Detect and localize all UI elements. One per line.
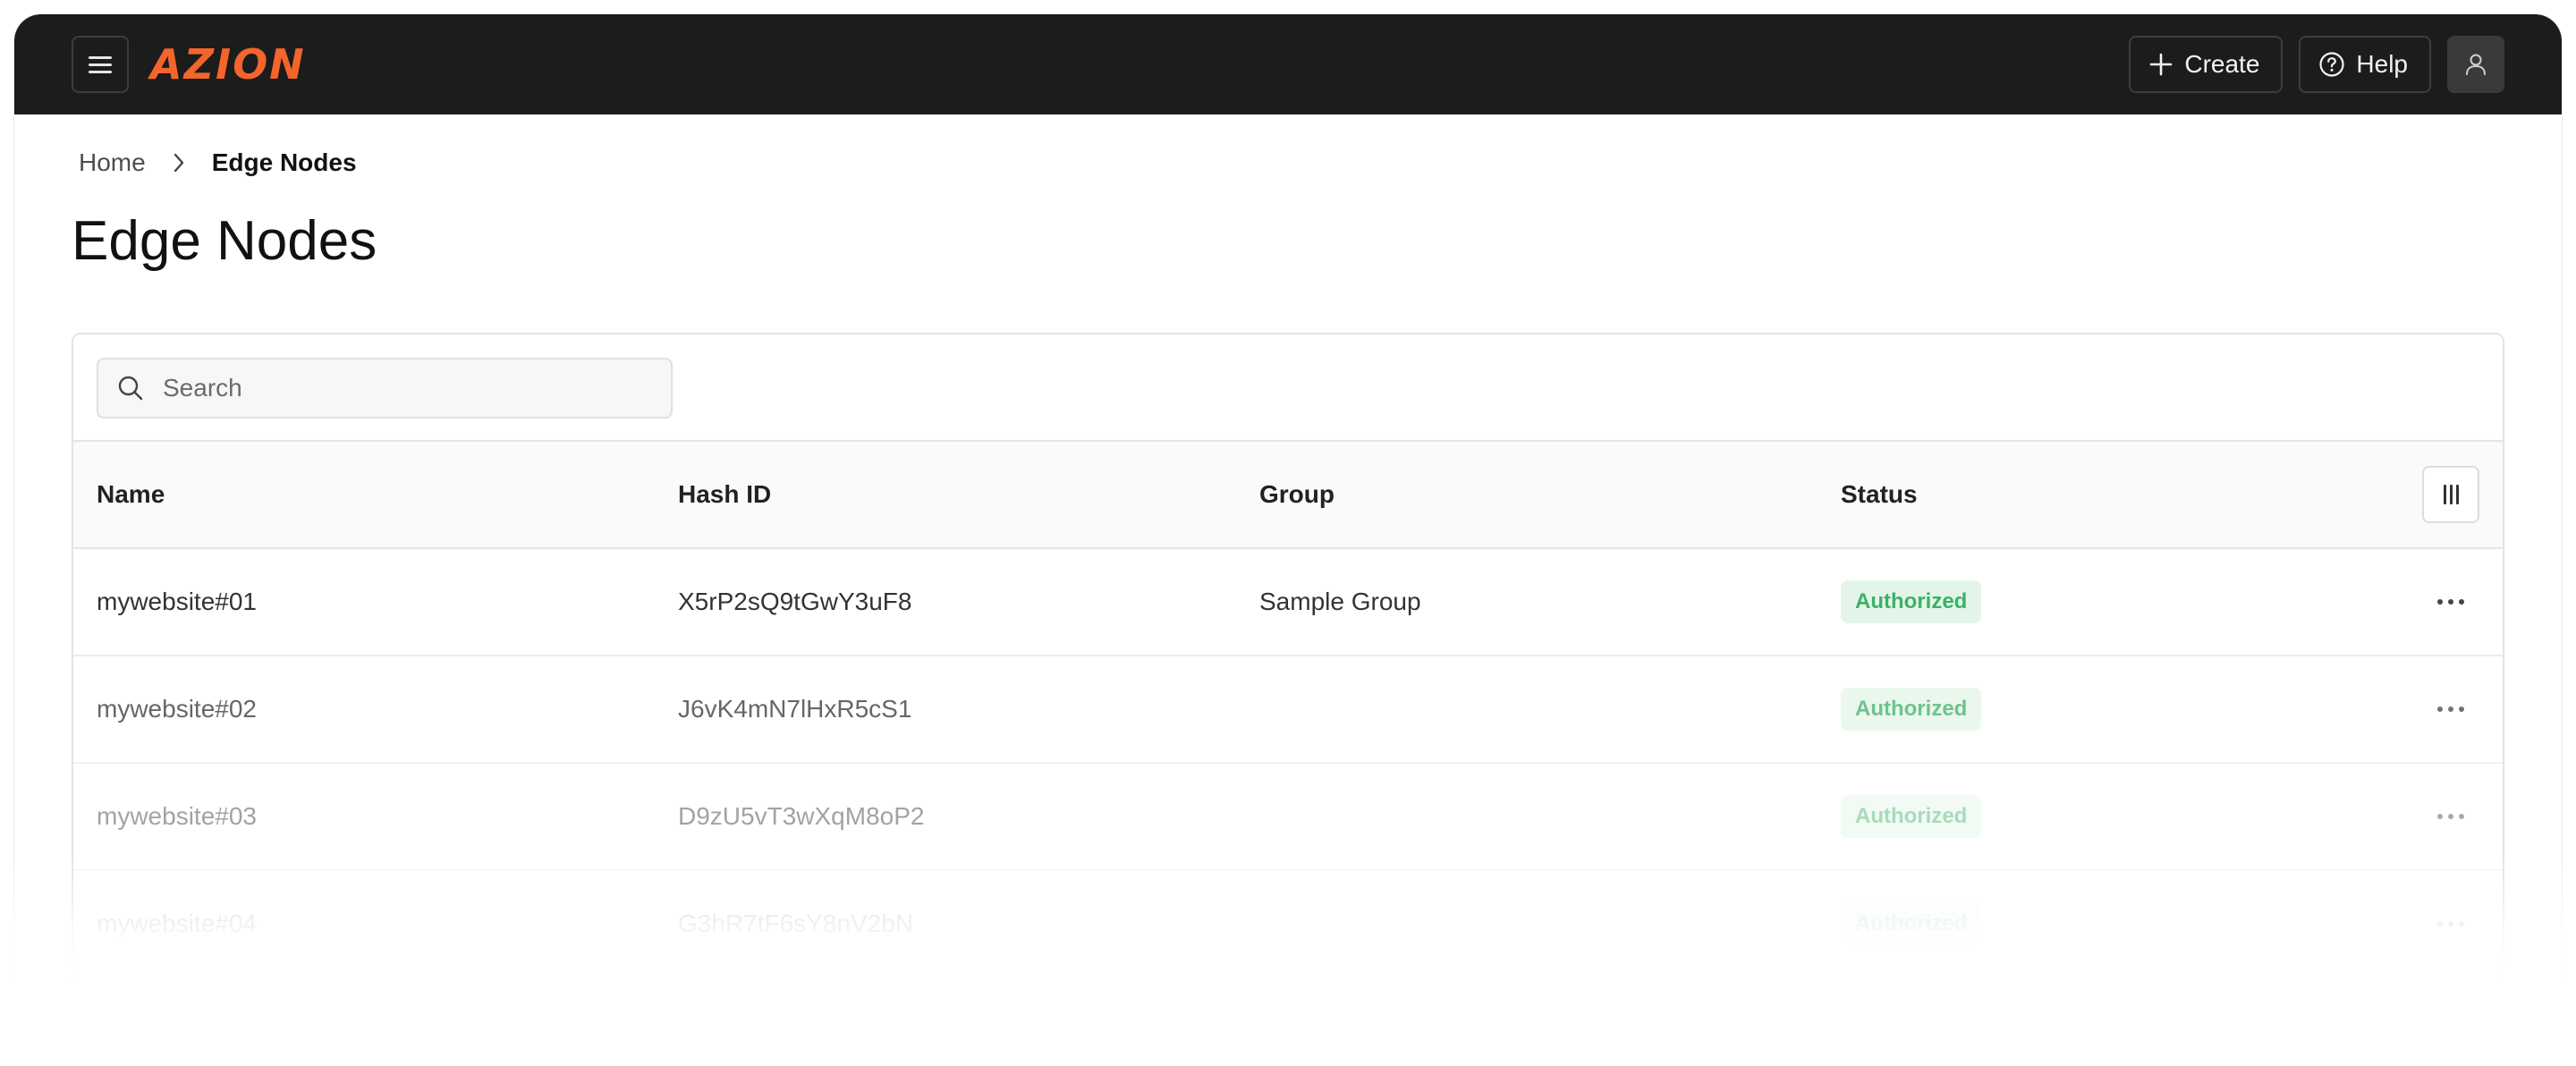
status-badge: Authorized [1841,580,1982,623]
table-toolbar [73,334,2503,442]
row-name: mywebsite#03 [97,802,257,830]
search-field[interactable] [97,358,673,419]
row-actions [2422,871,2479,977]
column-header-hash-id[interactable]: Hash ID [678,442,771,547]
table-row[interactable]: mywebsite#01 X5rP2sQ9tGwY3uF8 Sample Gro… [73,549,2503,656]
row-name: mywebsite#04 [97,909,257,937]
row-group: Sample Group [1259,588,1421,615]
help-circle-icon [2319,52,2345,77]
table-header: Name Hash ID Group Status [73,442,2503,549]
status-badge: Authorized [1841,795,1982,838]
user-icon [2466,54,2486,75]
more-options-button[interactable] [2422,681,2479,738]
create-button[interactable]: Create [2129,36,2284,93]
breadcrumb-current: Edge Nodes [211,148,357,176]
ellipsis-icon [2437,599,2443,605]
chevron-right-icon [174,153,183,173]
column-header-status[interactable]: Status [1841,442,1918,547]
row-hash-id: X5rP2sQ9tGwY3uF8 [678,588,912,615]
app-window: AZION Create Help Home Edge Nodes Edge N… [14,14,2562,1066]
ellipsis-icon [2437,921,2443,926]
status-badge: Authorized [1841,688,1982,731]
row-actions [2422,656,2479,762]
row-status: Authorized [1841,656,1982,762]
top-actions: Create Help [2129,36,2504,93]
ellipsis-icon [2437,706,2443,712]
table-row[interactable]: mywebsite#04 G3hR7tF6sY8nV2bN Authorized [73,871,2503,978]
hamburger-icon [89,52,112,78]
columns-icon [2443,485,2446,504]
row-actions [2422,549,2479,655]
column-header-name[interactable]: Name [97,442,165,547]
table-row[interactable]: mywebsite#03 D9zU5vT3wXqM8oP2 Authorized [73,764,2503,871]
row-status: Authorized [1841,549,1982,655]
azion-logo[interactable]: AZION [150,40,306,89]
breadcrumb-home-link[interactable]: Home [79,148,146,177]
row-hash-id: G3hR7tF6sY8nV2bN [678,909,914,937]
row-hash-id: D9zU5vT3wXqM8oP2 [678,802,925,830]
ellipsis-icon [2437,814,2443,819]
create-label: Create [2184,50,2260,78]
table-row[interactable]: mywebsite#02 J6vK4mN7lHxR5cS1 Authorized [73,656,2503,764]
row-name: mywebsite#01 [97,588,257,615]
avatar-button[interactable] [2447,36,2504,93]
help-button[interactable]: Help [2299,36,2431,93]
search-icon [118,376,143,401]
more-options-button[interactable] [2422,573,2479,630]
edge-nodes-table: Name Hash ID Group Status mywebsite#01 X… [72,333,2504,1066]
status-badge: Authorized [1841,902,1982,945]
search-input[interactable] [161,373,644,403]
more-options-button[interactable] [2422,895,2479,952]
row-name: mywebsite#02 [97,695,257,723]
breadcrumb: Home Edge Nodes [79,148,357,177]
menu-button[interactable] [72,36,129,93]
row-actions [2422,764,2479,869]
row-status: Authorized [1841,764,1982,869]
page-title: Edge Nodes [72,210,377,272]
help-label: Help [2356,50,2408,78]
top-bar: AZION Create Help [14,14,2562,114]
row-hash-id: J6vK4mN7lHxR5cS1 [678,695,912,723]
plus-icon [2150,53,2173,76]
column-header-group[interactable]: Group [1259,442,1335,547]
row-status: Authorized [1841,871,1982,977]
columns-toggle-button[interactable] [2422,466,2479,523]
column-toggle-cell [2422,442,2479,547]
more-options-button[interactable] [2422,788,2479,845]
